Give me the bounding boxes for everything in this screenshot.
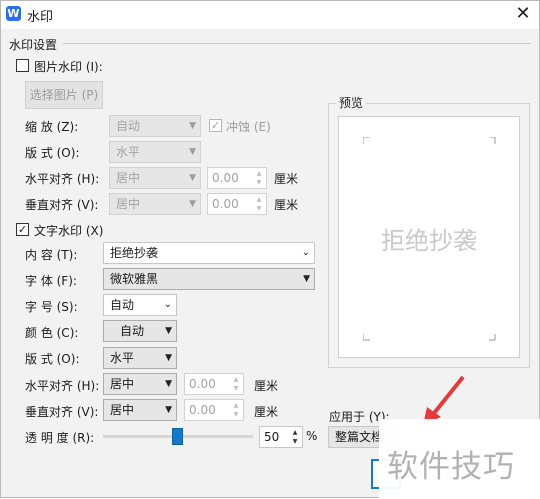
text-watermark-checkbox[interactable]: ✓: [16, 223, 29, 236]
corner-mark-icon: [489, 334, 496, 341]
spin-arrows-icon[interactable]: ▲ ▼: [290, 428, 300, 446]
scale-select[interactable]: 自动 ▼: [109, 115, 201, 137]
text-valign-label: 垂直对齐 (V):: [25, 405, 99, 419]
spin-arrows-icon[interactable]: ▲ ▼: [254, 169, 264, 187]
text-valign-value: 居中: [110, 403, 135, 417]
text-halign-select[interactable]: 居中 ▼: [103, 373, 177, 395]
preview-page: 拒绝抄袭: [338, 116, 520, 358]
picture-valign-label: 垂直对齐 (V):: [25, 198, 99, 212]
text-valign-offset-value: 0.00: [189, 403, 216, 417]
picture-valign-offset[interactable]: 0.00 ▲ ▼: [207, 193, 267, 215]
title-bar: W 水印 ✕: [1, 1, 539, 29]
transparency-input[interactable]: 50 ▲ ▼: [259, 426, 303, 448]
text-halign-value: 居中: [110, 377, 135, 391]
content-label: 内 容 (T):: [25, 248, 78, 262]
picture-watermark-label: 图片水印 (I):: [34, 60, 103, 74]
watermark-dialog: W 水印 ✕ 水印设置 图片水印 (I): 选择图片 (P) 缩 放 (Z): …: [0, 0, 540, 499]
picture-halign-select[interactable]: 居中 ▼: [109, 167, 201, 189]
corner-mark-icon: [363, 334, 370, 341]
text-valign-select[interactable]: 居中 ▼: [103, 399, 177, 421]
content-combobox[interactable]: 拒绝抄袭 ⌄: [103, 242, 315, 264]
select-picture-button[interactable]: 选择图片 (P): [25, 81, 103, 109]
content-value: 拒绝抄袭: [110, 246, 159, 260]
preview-watermark-text: 拒绝抄袭: [381, 227, 477, 255]
chevron-down-icon: ▼: [189, 147, 196, 157]
wps-app-icon: W: [6, 6, 21, 21]
font-value: 微软雅黑: [110, 272, 159, 286]
text-valign-offset[interactable]: 0.00 ▲ ▼: [184, 399, 244, 421]
text-watermark-label: 文字水印 (X): [34, 224, 104, 238]
font-select[interactable]: 微软雅黑 ▼: [103, 268, 315, 290]
color-label: 颜 色 (C):: [25, 326, 79, 340]
picture-layout-value: 水平: [116, 145, 141, 159]
text-halign-offset-value: 0.00: [189, 377, 216, 391]
picture-layout-label: 版 式 (O):: [25, 146, 80, 160]
color-value: 自动: [120, 324, 145, 338]
preview-label: 预览: [336, 94, 367, 111]
picture-watermark-checkbox[interactable]: [16, 59, 29, 72]
text-halign-label: 水平对齐 (H):: [25, 379, 100, 393]
chevron-down-icon: ▼: [189, 199, 196, 209]
section-divider: [63, 43, 531, 44]
transparency-unit: %: [306, 429, 318, 443]
font-label: 字 体 (F):: [25, 274, 77, 288]
picture-halign-offset[interactable]: 0.00 ▲ ▼: [207, 167, 267, 189]
chevron-down-icon: ▼: [165, 326, 172, 336]
spin-arrows-icon[interactable]: ▲ ▼: [254, 195, 264, 213]
text-layout-label: 版 式 (O):: [25, 352, 80, 366]
picture-halign-label: 水平对齐 (H):: [25, 172, 100, 186]
overlay-brand-text: 软件技巧: [387, 449, 515, 485]
size-combobox[interactable]: 自动 ⌄: [103, 294, 177, 316]
washout-label: 冲蚀 (E): [226, 120, 271, 134]
text-halign-unit: 厘米: [254, 379, 279, 393]
chevron-down-icon: ▼: [189, 121, 196, 131]
spin-arrows-icon[interactable]: ▲ ▼: [231, 401, 241, 419]
text-halign-offset[interactable]: 0.00 ▲ ▼: [184, 373, 244, 395]
picture-halign-offset-value: 0.00: [212, 171, 239, 185]
size-label: 字 号 (S):: [25, 300, 78, 314]
chevron-down-icon: ▼: [165, 353, 172, 363]
apply-to-value: 整篇文档: [335, 430, 384, 444]
color-select[interactable]: 自动 ▼: [103, 320, 177, 342]
chevron-down-icon: ▼: [303, 274, 310, 284]
chevron-down-icon: ▼: [165, 405, 172, 415]
picture-halign-unit: 厘米: [274, 172, 299, 186]
transparency-value: 50: [264, 430, 280, 444]
size-value: 自动: [110, 298, 135, 312]
corner-mark-icon: [363, 137, 370, 144]
picture-valign-value: 居中: [116, 197, 141, 211]
window-title: 水印: [27, 10, 54, 25]
picture-layout-select[interactable]: 水平 ▼: [109, 141, 201, 163]
picture-halign-value: 居中: [116, 171, 141, 185]
section-label: 水印设置: [9, 38, 58, 52]
corner-mark-icon: [489, 137, 496, 144]
text-layout-value: 水平: [110, 351, 135, 365]
chevron-down-icon[interactable]: ⌄: [302, 243, 310, 263]
spin-arrows-icon[interactable]: ▲ ▼: [231, 375, 241, 393]
picture-valign-unit: 厘米: [274, 198, 299, 212]
scale-value: 自动: [116, 119, 141, 133]
text-valign-unit: 厘米: [254, 405, 279, 419]
picture-valign-select[interactable]: 居中 ▼: [109, 193, 201, 215]
chevron-down-icon[interactable]: ⌄: [164, 295, 172, 315]
text-layout-select[interactable]: 水平 ▼: [103, 347, 177, 369]
chevron-down-icon: ▼: [189, 173, 196, 183]
washout-checkbox[interactable]: ✓: [209, 119, 222, 132]
transparency-slider-thumb[interactable]: [172, 428, 183, 445]
chevron-down-icon: ▼: [165, 379, 172, 389]
close-button[interactable]: ✕: [511, 3, 535, 25]
picture-valign-offset-value: 0.00: [212, 197, 239, 211]
scale-label: 缩 放 (Z):: [25, 120, 79, 134]
transparency-label: 透 明 度 (R):: [25, 431, 95, 445]
